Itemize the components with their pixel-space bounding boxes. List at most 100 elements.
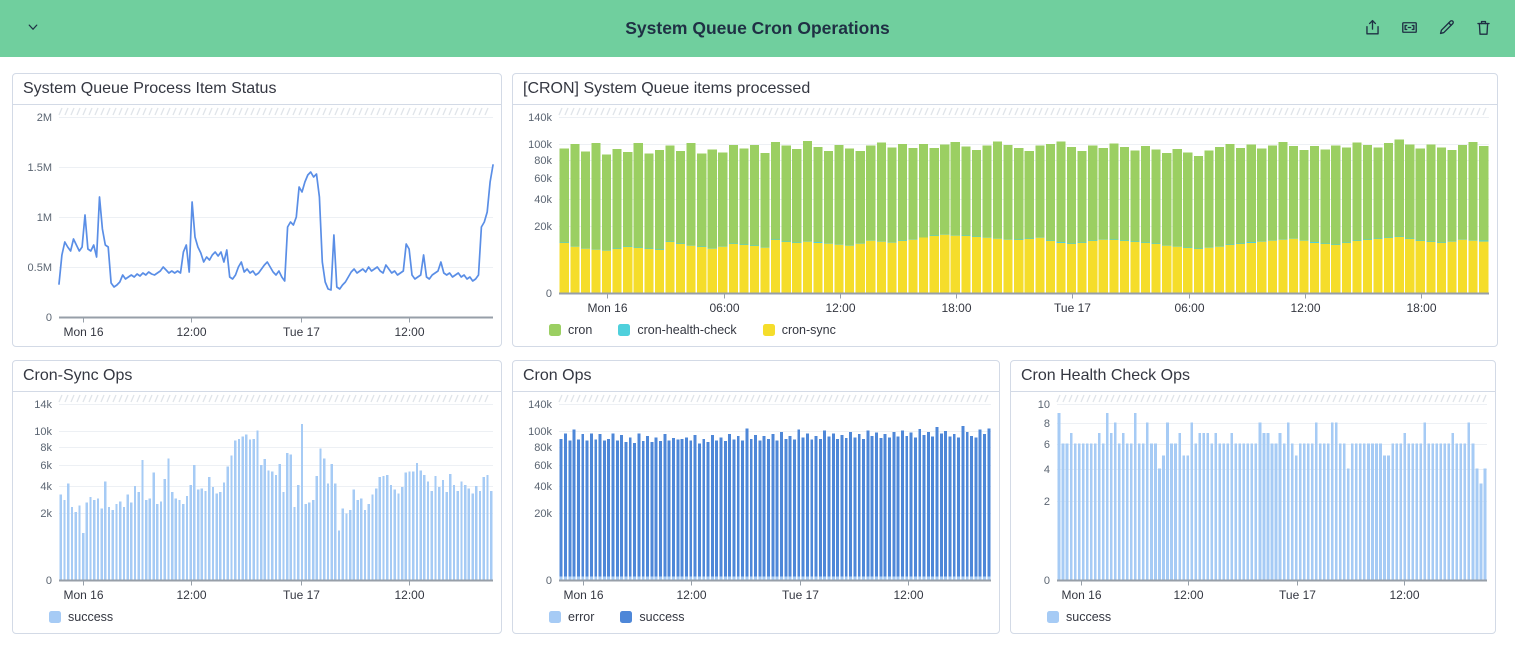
bar-cron-health-check[interactable] [1299, 240, 1308, 241]
bar-success[interactable] [620, 435, 623, 577]
bar-success[interactable] [737, 436, 740, 577]
bar-success[interactable] [201, 488, 203, 580]
bar-success[interactable] [353, 490, 355, 580]
edit-button[interactable] [1434, 17, 1458, 41]
bar-cron-sync[interactable] [1078, 243, 1087, 293]
bar-cron-sync[interactable] [1395, 237, 1404, 293]
bar-cron[interactable] [591, 143, 600, 249]
bar-success[interactable] [275, 475, 277, 580]
bar-success[interactable] [633, 443, 636, 577]
bar-success[interactable] [1367, 444, 1370, 580]
bar-cron-sync[interactable] [930, 236, 939, 293]
bar-cron-sync[interactable] [1215, 246, 1224, 293]
bar-success[interactable] [149, 499, 151, 580]
bar-cron[interactable] [687, 143, 696, 245]
bar-success[interactable] [1090, 444, 1093, 580]
bar-success[interactable] [423, 475, 425, 580]
bar-success[interactable] [457, 491, 459, 580]
bar-success[interactable] [427, 481, 429, 580]
bar-success[interactable] [581, 434, 584, 576]
bar-success[interactable] [1448, 444, 1451, 580]
bar-cron-sync[interactable] [908, 239, 917, 293]
collapse-dashboard-button[interactable] [20, 16, 46, 42]
bar-cron[interactable] [1035, 146, 1044, 237]
bar-cron-health-check[interactable] [972, 236, 981, 237]
bars[interactable] [560, 426, 991, 580]
bar-success[interactable] [797, 430, 800, 577]
bar-cron-sync[interactable] [1363, 240, 1372, 293]
bar-cron-health-check[interactable] [834, 244, 843, 245]
cron-ops-chart[interactable]: 020k40k60k80k100k140kMon 1612:00Tue 1712… [513, 392, 999, 604]
bar-cron-sync[interactable] [1183, 248, 1192, 293]
cron-items-processed-chart[interactable]: 020k40k60k80k100k140kMon 1606:0012:0018:… [513, 105, 1497, 317]
bar-success[interactable] [1182, 456, 1185, 580]
bar-success[interactable] [286, 453, 288, 580]
bar-cron-sync[interactable] [1152, 244, 1161, 293]
bar-success[interactable] [1134, 413, 1137, 580]
bar-success[interactable] [156, 504, 158, 580]
bar-success[interactable] [879, 438, 882, 577]
bar-success[interactable] [63, 500, 65, 580]
bar-success[interactable] [1327, 444, 1330, 580]
bar-cron-sync[interactable] [708, 248, 717, 293]
bar-success[interactable] [1110, 433, 1113, 580]
bar-cron[interactable] [1004, 145, 1013, 239]
bar-success[interactable] [767, 439, 770, 577]
bar-success[interactable] [1460, 444, 1463, 580]
bar-success[interactable] [776, 440, 779, 576]
bar-cron-health-check[interactable] [1384, 237, 1393, 238]
bar-success[interactable] [1226, 444, 1229, 580]
bar-success[interactable] [784, 439, 787, 577]
bar-success[interactable] [1335, 423, 1338, 580]
bar-success[interactable] [983, 434, 986, 576]
bar-cron[interactable] [1268, 145, 1277, 240]
bar-success[interactable] [60, 495, 62, 580]
bar-cron-health-check[interactable] [1310, 242, 1319, 243]
bar-cron-sync[interactable] [866, 241, 875, 293]
bar-success[interactable] [468, 488, 470, 580]
bar-success[interactable] [1472, 444, 1475, 580]
bar-success[interactable] [227, 467, 229, 580]
bar-cron[interactable] [771, 142, 780, 240]
bar-success[interactable] [349, 510, 351, 580]
bar-success[interactable] [253, 439, 255, 580]
bar-cron-health-check[interactable] [1109, 240, 1118, 241]
bar-success[interactable] [733, 440, 736, 577]
bar-success[interactable] [715, 440, 718, 576]
bar-cron[interactable] [602, 155, 611, 250]
bar-cron[interactable] [750, 145, 759, 246]
bar-success[interactable] [676, 440, 679, 577]
bar-cron-health-check[interactable] [877, 241, 886, 242]
bar-cron-sync[interactable] [1162, 245, 1171, 293]
bar-cron[interactable] [1405, 145, 1414, 239]
bar-success[interactable] [858, 434, 861, 576]
bar-cron[interactable] [866, 145, 875, 240]
bar-success[interactable] [1439, 444, 1442, 580]
bar-cron-sync[interactable] [877, 242, 886, 293]
bar-success[interactable] [356, 500, 358, 580]
bar-cron-health-check[interactable] [570, 246, 579, 247]
bar-success[interactable] [564, 433, 567, 576]
panel-title[interactable]: System Queue Process Item Status [13, 74, 501, 105]
bar-cron[interactable] [1469, 142, 1478, 240]
bar-success[interactable] [486, 475, 488, 580]
bar-success[interactable] [104, 481, 106, 580]
bar-success[interactable] [1347, 469, 1350, 580]
bar-success[interactable] [668, 440, 671, 576]
bar-cron-health-check[interactable] [1342, 243, 1351, 244]
bar-success[interactable] [780, 432, 783, 577]
bar-cron-health-check[interactable] [1247, 242, 1256, 243]
bar-success[interactable] [234, 440, 236, 580]
bar-cron[interactable] [782, 146, 791, 242]
system-queue-process-item-status-canvas[interactable]: 00.5M1M1.5M2MMon 1612:00Tue 1712:00 [13, 105, 501, 341]
bar-cron-health-check[interactable] [856, 243, 865, 244]
bar-cron[interactable] [877, 143, 886, 241]
bar-cron-health-check[interactable] [581, 248, 590, 249]
bar-cron-sync[interactable] [1046, 241, 1055, 293]
bar-cron[interactable] [982, 146, 991, 238]
bar-cron[interactable] [1025, 151, 1034, 239]
bar-success[interactable] [1066, 444, 1069, 580]
bar-cron[interactable] [1458, 145, 1467, 239]
bar-success[interactable] [434, 476, 436, 580]
bar-cron-health-check[interactable] [951, 235, 960, 236]
